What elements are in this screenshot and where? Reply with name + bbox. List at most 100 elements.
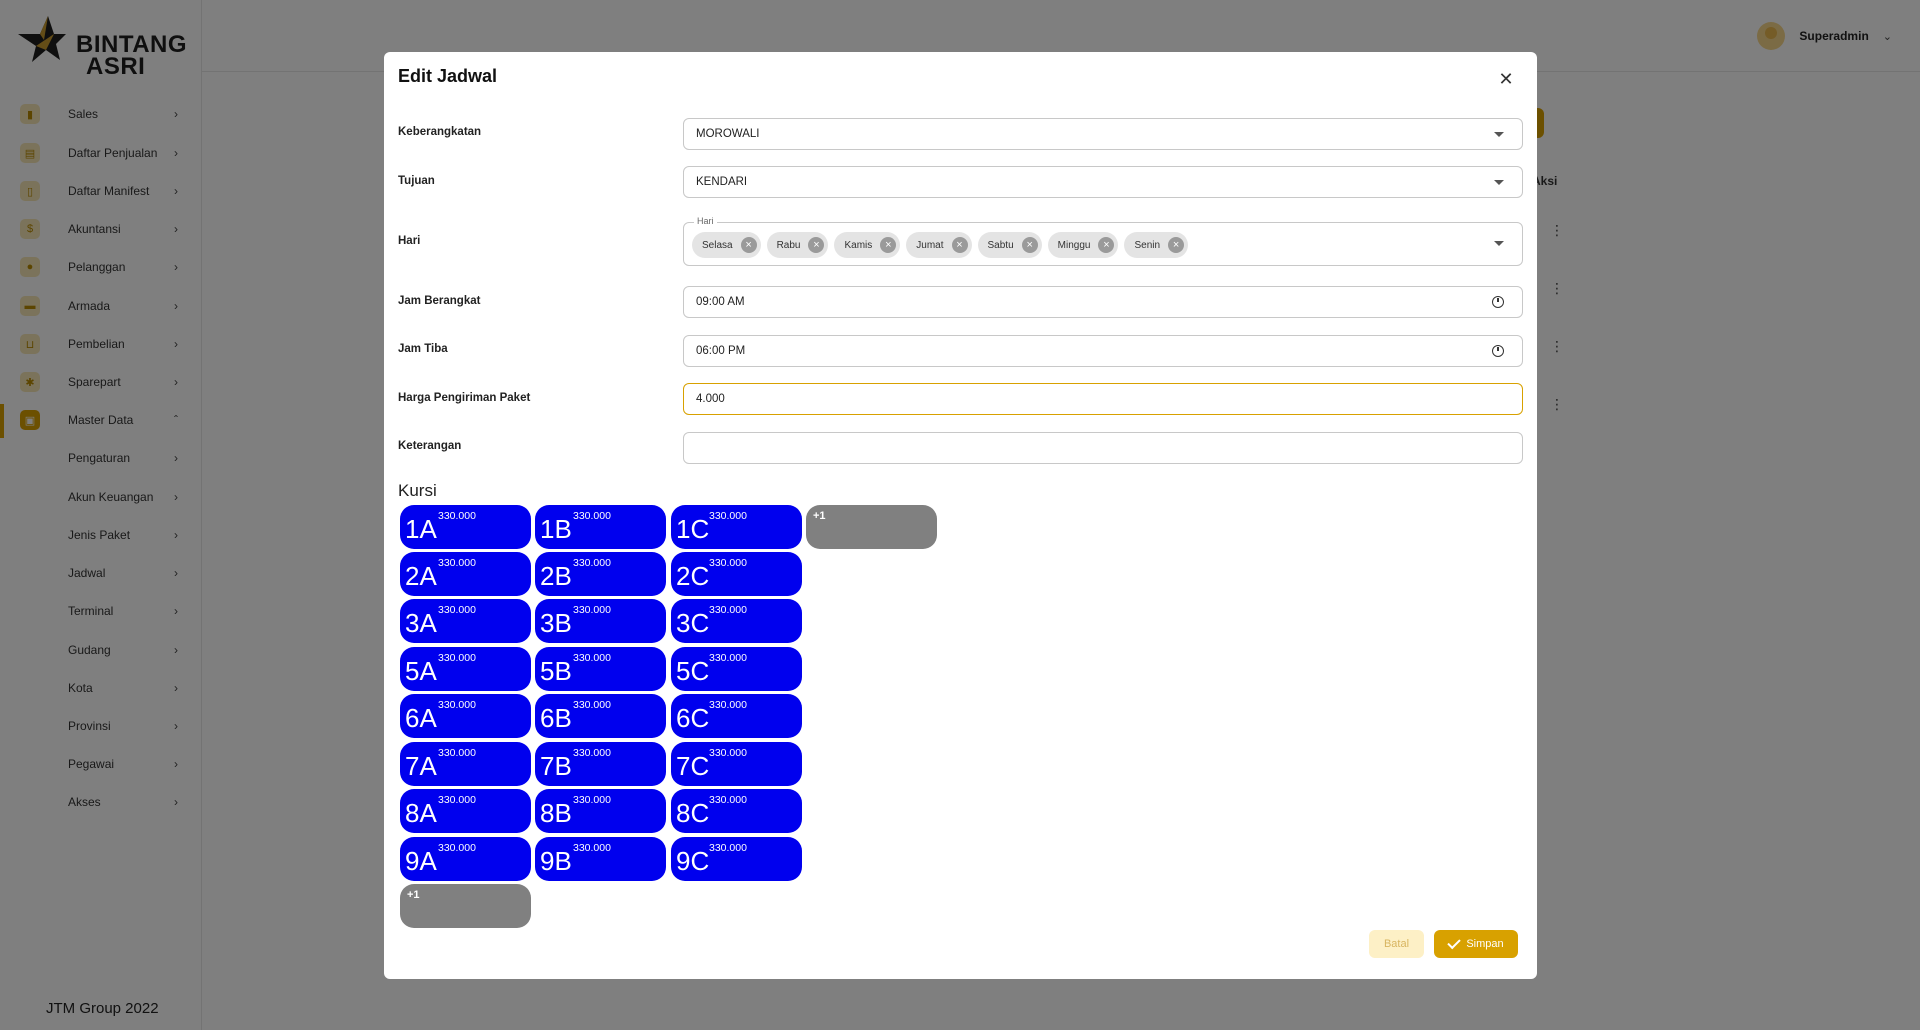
seat-price: 330.000 <box>438 747 476 759</box>
seat-name: 1B <box>540 514 572 544</box>
seat-button[interactable]: 2C 330.000 <box>671 552 802 596</box>
seat-name: 5C <box>676 656 710 686</box>
dropdown-arrow-icon <box>1494 132 1504 137</box>
seat-button[interactable]: 3A 330.000 <box>400 599 531 643</box>
hari-chips: Selasa × Rabu × Kamis × Jumat × Sabtu × Mingg… <box>692 232 1189 258</box>
chip-label: Senin <box>1134 239 1161 251</box>
seat-button[interactable]: 8A 330.000 <box>400 789 531 833</box>
chip-label: Minggu <box>1057 239 1091 251</box>
seat-button[interactable]: 8C 330.000 <box>671 789 802 833</box>
seat-price: 330.000 <box>573 510 611 522</box>
remove-chip-icon[interactable]: × <box>880 237 897 253</box>
remove-chip-icon[interactable]: × <box>808 237 825 253</box>
jam-tiba-input[interactable]: 06:00 PM <box>683 335 1523 367</box>
seat-button[interactable]: 9A 330.000 <box>400 837 531 881</box>
chip-label: Sabtu <box>987 239 1014 251</box>
seat-button[interactable]: 7C 330.000 <box>671 742 802 786</box>
seat-button[interactable]: 3C 330.000 <box>671 599 802 643</box>
seat-button[interactable]: 9B 330.000 <box>535 837 666 881</box>
seat-button[interactable]: 1C 330.000 <box>671 505 802 549</box>
remove-chip-icon[interactable]: × <box>951 237 968 253</box>
seat-price: 330.000 <box>438 510 476 522</box>
keberangkatan-select[interactable]: MOROWALI <box>683 118 1523 150</box>
seat-price: 330.000 <box>438 699 476 711</box>
seat-price: 330.000 <box>709 604 747 616</box>
chip-selasa: Selasa × <box>692 232 761 258</box>
keberangkatan-value: MOROWALI <box>696 128 760 140</box>
seat-button[interactable]: 7A 330.000 <box>400 742 531 786</box>
clock-icon[interactable] <box>1492 296 1504 308</box>
jam-tiba-value: 06:00 PM <box>696 345 746 357</box>
seat-button[interactable]: 2A 330.000 <box>400 552 531 596</box>
keterangan-label: Keterangan <box>398 440 462 452</box>
chip-sabtu: Sabtu × <box>977 232 1042 258</box>
seat-name: 6C <box>676 703 710 733</box>
seat-button[interactable]: 5C 330.000 <box>671 647 802 691</box>
seat-price: 330.000 <box>438 604 476 616</box>
dropdown-arrow-icon <box>1494 180 1504 185</box>
modal-title: Edit Jadwal <box>398 66 498 86</box>
seat-price: 330.000 <box>709 747 747 759</box>
seat-button[interactable]: 3B 330.000 <box>535 599 666 643</box>
jam-berangkat-label: Jam Berangkat <box>398 295 481 307</box>
chip-kamis: Kamis × <box>834 232 901 258</box>
seat-button[interactable]: 5A 330.000 <box>400 647 531 691</box>
seat-price: 330.000 <box>709 652 747 664</box>
seat-button[interactable]: 6C 330.000 <box>671 694 802 738</box>
seat-price: 330.000 <box>573 794 611 806</box>
jam-berangkat-value: 09:00 AM <box>696 296 745 308</box>
seat-name: 3B <box>540 608 572 638</box>
keterangan-input[interactable] <box>683 432 1523 464</box>
tujuan-label: Tujuan <box>398 175 435 187</box>
seat-name: 1C <box>676 514 710 544</box>
remove-chip-icon[interactable]: × <box>1098 237 1115 253</box>
seat-button[interactable]: 8B 330.000 <box>535 789 666 833</box>
kursi-title: Kursi <box>398 481 437 500</box>
add-seat-label: +1 <box>407 889 420 901</box>
chip-minggu: Minggu × <box>1047 232 1119 258</box>
hari-multiselect[interactable]: Hari Selasa × Rabu × Kamis × Jumat × Sabtu × … <box>683 216 1523 266</box>
tujuan-select[interactable]: KENDARI <box>683 166 1523 198</box>
seat-price: 330.000 <box>573 604 611 616</box>
hari-legend: Hari <box>694 216 717 226</box>
seat-button[interactable]: 6A 330.000 <box>400 694 531 738</box>
harga-input[interactable]: 4.000 <box>683 383 1523 415</box>
seat-price: 330.000 <box>709 842 747 854</box>
remove-chip-icon[interactable]: × <box>1021 237 1038 253</box>
seat-button[interactable]: 5B 330.000 <box>535 647 666 691</box>
harga-value: 4.000 <box>696 393 725 405</box>
seat-name: 5A <box>405 656 437 686</box>
seat-button[interactable]: 6B 330.000 <box>535 694 666 738</box>
seat-button[interactable]: 9C 330.000 <box>671 837 802 881</box>
remove-chip-icon[interactable]: × <box>740 237 757 253</box>
check-icon <box>1447 935 1462 950</box>
cancel-button[interactable]: Batal <box>1369 930 1424 958</box>
seat-name: 3A <box>405 608 437 638</box>
seat-button[interactable]: 1A 330.000 <box>400 505 531 549</box>
seat-price: 330.000 <box>438 557 476 569</box>
seat-name: 7C <box>676 751 710 781</box>
seat-button[interactable]: 7B 330.000 <box>535 742 666 786</box>
seat-price: 330.000 <box>573 557 611 569</box>
seat-price: 330.000 <box>709 794 747 806</box>
seat-name: 9B <box>540 846 572 876</box>
seat-button[interactable]: 1B 330.000 <box>535 505 666 549</box>
save-button-label: Simpan <box>1466 938 1504 950</box>
seat-name: 9A <box>405 846 437 876</box>
seat-name: 9C <box>676 846 710 876</box>
save-button[interactable]: Simpan <box>1434 930 1518 958</box>
remove-chip-icon[interactable]: × <box>1168 237 1185 253</box>
chip-jumat: Jumat × <box>906 232 972 258</box>
edit-jadwal-modal: Edit Jadwal ✕ Keberangkatan MOROWALI Tuj… <box>384 52 1537 979</box>
seat-button[interactable]: 2B 330.000 <box>535 552 666 596</box>
clock-icon[interactable] <box>1492 345 1504 357</box>
chip-label: Selasa <box>702 239 733 251</box>
harga-label: Harga Pengiriman Paket <box>398 392 531 404</box>
seat-name: 1A <box>405 514 437 544</box>
add-seat-button[interactable]: +1 <box>806 505 937 549</box>
close-icon[interactable]: ✕ <box>1495 68 1517 90</box>
jam-berangkat-input[interactable]: 09:00 AM <box>683 286 1523 318</box>
add-seat-row-button[interactable]: +1 <box>400 884 531 928</box>
seat-name: 8B <box>540 798 572 828</box>
seat-price: 330.000 <box>709 510 747 522</box>
